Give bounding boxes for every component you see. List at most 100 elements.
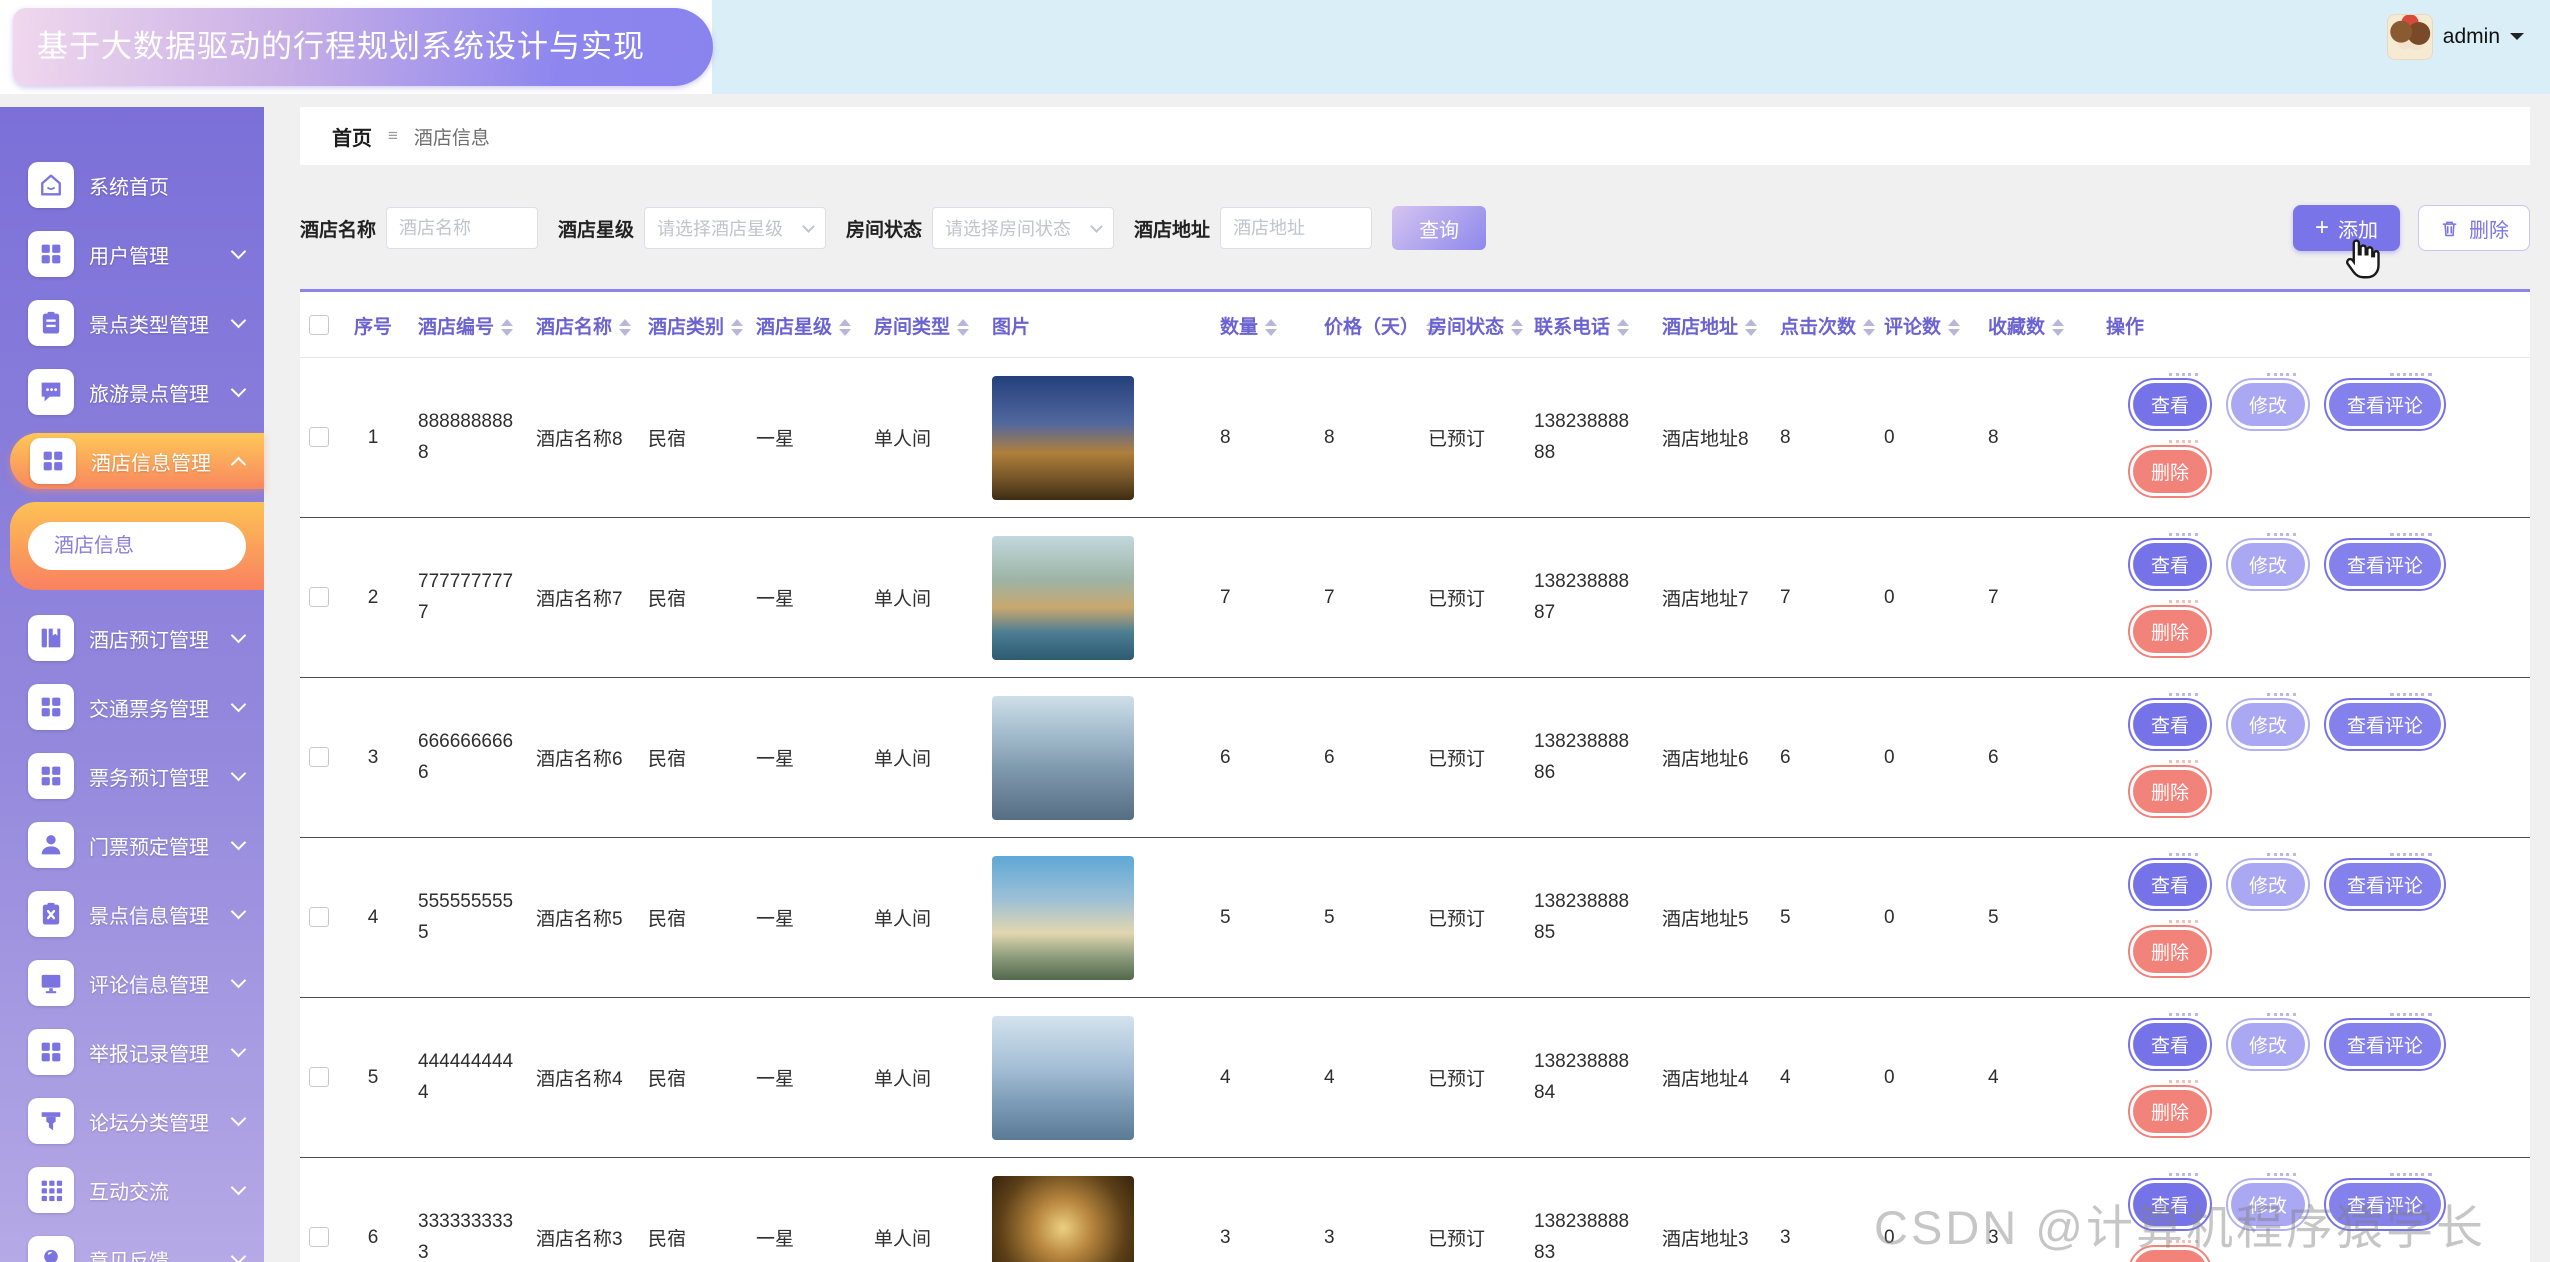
column-header[interactable]: 联系电话: [1524, 292, 1652, 358]
view-button[interactable]: 查看: [2133, 543, 2207, 586]
sidebar-item-论坛分类管理[interactable]: 论坛分类管理: [0, 1093, 264, 1149]
row-delete-button[interactable]: 删除: [2133, 1250, 2207, 1262]
row-delete-button[interactable]: 删除: [2133, 770, 2207, 813]
view-button[interactable]: 查看: [2133, 703, 2207, 746]
column-header[interactable]: 评论数: [1874, 292, 1978, 358]
plus-icon: +: [2315, 216, 2329, 240]
sidebar-item-酒店预订管理[interactable]: 酒店预订管理: [0, 610, 264, 666]
sort-icon[interactable]: [1511, 319, 1523, 336]
sidebar-item-系统首页[interactable]: 系统首页: [0, 157, 264, 213]
cell-comments: 0: [1874, 358, 1978, 518]
view-comments-button[interactable]: 查看评论: [2329, 543, 2441, 586]
sort-icon[interactable]: [1745, 319, 1757, 336]
sort-icon[interactable]: [1863, 319, 1875, 336]
add-button[interactable]: + 添加: [2293, 205, 2400, 251]
sort-icon[interactable]: [1617, 319, 1629, 336]
edit-button[interactable]: 修改: [2231, 1023, 2305, 1066]
resort-pool-photo[interactable]: [992, 536, 1134, 660]
column-header[interactable]: 酒店编号: [408, 292, 526, 358]
column-header[interactable]: 价格（天）: [1314, 292, 1418, 358]
column-header[interactable]: 酒店类别: [638, 292, 746, 358]
row-checkbox[interactable]: [309, 747, 329, 767]
edit-button[interactable]: 修改: [2231, 383, 2305, 426]
row-delete-button[interactable]: 删除: [2133, 450, 2207, 493]
chevron-down-icon[interactable]: [2510, 33, 2524, 47]
edit-button[interactable]: 修改: [2231, 543, 2305, 586]
delete-button[interactable]: 删除: [2418, 205, 2530, 251]
column-header[interactable]: 酒店星级: [746, 292, 864, 358]
sidebar-item-门票预定管理[interactable]: 门票预定管理: [0, 817, 264, 873]
skyscraper-photo[interactable]: [992, 696, 1134, 820]
sort-icon[interactable]: [731, 319, 743, 336]
row-checkbox[interactable]: [309, 907, 329, 927]
column-header[interactable]: 酒店名称: [526, 292, 638, 358]
edit-button[interactable]: 修改: [2231, 863, 2305, 906]
edit-button[interactable]: 修改: [2231, 703, 2305, 746]
view-comments-button[interactable]: 查看评论: [2329, 1023, 2441, 1066]
cell-index: 1: [346, 358, 408, 518]
hotel-address-label: 酒店地址: [1134, 215, 1210, 242]
row-checkbox[interactable]: [309, 1227, 329, 1247]
sort-icon[interactable]: [839, 319, 851, 336]
sort-icon[interactable]: [1265, 319, 1277, 336]
edit-button[interactable]: 修改: [2231, 1183, 2305, 1226]
sidebar-item-评论信息管理[interactable]: 评论信息管理: [0, 955, 264, 1011]
row-delete-button[interactable]: 删除: [2133, 930, 2207, 973]
cell-hotel-name: 酒店名称3: [526, 1158, 638, 1262]
sidebar-item-举报记录管理[interactable]: 举报记录管理: [0, 1024, 264, 1080]
sort-icon[interactable]: [957, 319, 969, 336]
sort-icon[interactable]: [2052, 319, 2064, 336]
hotel-address-input[interactable]: [1220, 207, 1372, 249]
room-status-select[interactable]: 请选择房间状态: [932, 207, 1114, 249]
sidebar-item-旅游景点管理[interactable]: 旅游景点管理: [0, 364, 264, 420]
cell-room-type: 单人间: [864, 358, 982, 518]
view-comments-button[interactable]: 查看评论: [2329, 383, 2441, 426]
select-all-checkbox[interactable]: [309, 315, 329, 335]
view-button[interactable]: 查看: [2133, 1023, 2207, 1066]
sidebar-item-景点类型管理[interactable]: 景点类型管理: [0, 295, 264, 351]
view-button[interactable]: 查看: [2133, 863, 2207, 906]
hotel-star-select[interactable]: 请选择酒店星级: [644, 207, 826, 249]
trash-icon: [2439, 218, 2460, 239]
column-header[interactable]: 收藏数: [1978, 292, 2096, 358]
cell-favorites: 4: [1978, 998, 2096, 1158]
sort-icon[interactable]: [501, 319, 513, 336]
glass-towers-photo[interactable]: [992, 1016, 1134, 1140]
hotel-night-photo[interactable]: [992, 376, 1134, 500]
sidebar-item-交通票务管理[interactable]: 交通票务管理: [0, 679, 264, 735]
view-comments-button[interactable]: 查看评论: [2329, 703, 2441, 746]
sidebar-item-互动交流[interactable]: 互动交流: [0, 1162, 264, 1218]
sort-icon[interactable]: [1948, 319, 1960, 336]
cell-index: 6: [346, 1158, 408, 1262]
row-delete-button[interactable]: 删除: [2133, 1090, 2207, 1133]
row-checkbox[interactable]: [309, 587, 329, 607]
avatar[interactable]: [2387, 14, 2433, 60]
cell-price: 7: [1314, 518, 1418, 678]
column-header[interactable]: 点击次数: [1770, 292, 1874, 358]
column-header[interactable]: 数量: [1210, 292, 1314, 358]
row-checkbox[interactable]: [309, 427, 329, 447]
column-header[interactable]: 房间类型: [864, 292, 982, 358]
row-checkbox[interactable]: [309, 1067, 329, 1087]
column-header[interactable]: 酒店地址: [1652, 292, 1770, 358]
row-delete-button[interactable]: 删除: [2133, 610, 2207, 653]
view-comments-button[interactable]: 查看评论: [2329, 863, 2441, 906]
view-comments-button[interactable]: 查看评论: [2329, 1183, 2441, 1226]
user-menu[interactable]: admin: [2387, 14, 2524, 60]
column-header[interactable]: 房间状态: [1418, 292, 1524, 358]
cell-room-type: 单人间: [864, 838, 982, 998]
sidebar-subitem-酒店信息[interactable]: 酒店信息: [28, 522, 246, 570]
sidebar-item-用户管理[interactable]: 用户管理: [0, 226, 264, 282]
search-button[interactable]: 查询: [1392, 206, 1486, 250]
sidebar-item-景点信息管理[interactable]: 景点信息管理: [0, 886, 264, 942]
view-button[interactable]: 查看: [2133, 1183, 2207, 1226]
sidebar-item-酒店信息管理[interactable]: 酒店信息管理: [10, 433, 264, 489]
view-button[interactable]: 查看: [2133, 383, 2207, 426]
chandelier-photo[interactable]: [992, 1176, 1134, 1262]
sidebar-item-意见反馈[interactable]: 意见反馈: [0, 1231, 264, 1262]
hotel-building-photo[interactable]: [992, 856, 1134, 980]
sidebar-item-票务预订管理[interactable]: 票务预订管理: [0, 748, 264, 804]
breadcrumb-home[interactable]: 首页: [332, 122, 372, 151]
sort-icon[interactable]: [619, 319, 631, 336]
hotel-name-input[interactable]: [386, 207, 538, 249]
